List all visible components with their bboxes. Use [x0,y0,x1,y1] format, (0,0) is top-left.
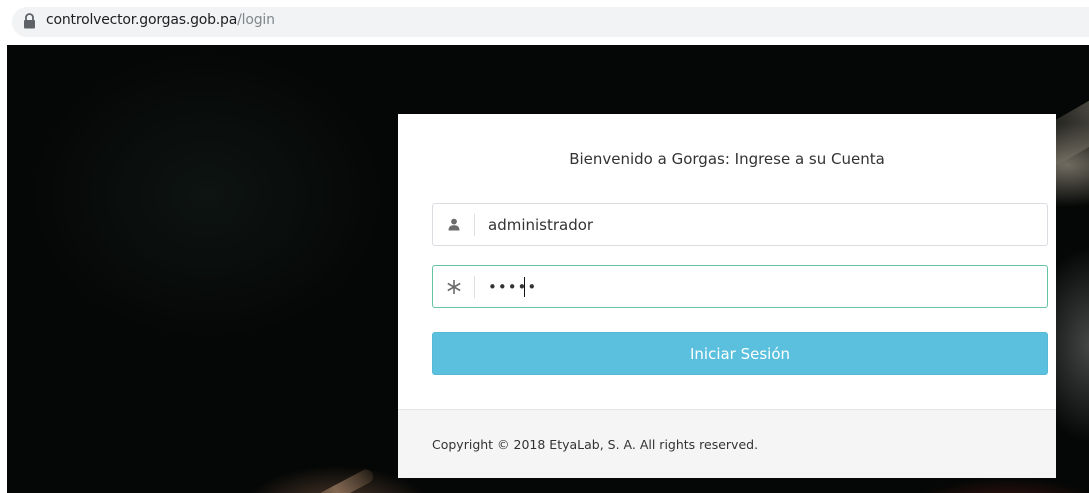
login-panel-footer: Copyright © 2018 EtyaLab, S. A. All righ… [398,409,1056,478]
username-field[interactable] [432,203,1048,246]
browser-address-bar: controlvector.gorgas.gob.pa/login [0,0,1089,44]
lock-icon[interactable] [23,13,36,29]
username-addon-divider [474,214,475,236]
password-field[interactable] [432,265,1048,308]
password-input[interactable] [488,266,1038,307]
page-left-edge [0,45,7,493]
user-icon [433,204,474,245]
url-text[interactable]: controlvector.gorgas.gob.pa/login [46,12,275,28]
copyright-text: Copyright © 2018 EtyaLab, S. A. All righ… [432,437,759,452]
url-path: /login [237,12,275,28]
url-host: controlvector.gorgas.gob.pa [46,12,238,28]
login-title: Bienvenido a Gorgas: Ingrese a su Cuenta [569,150,885,168]
password-addon-divider [474,276,475,298]
login-panel: Bienvenido a Gorgas: Ingrese a su Cuenta… [398,114,1056,478]
asterisk-icon [433,266,474,307]
text-caret [524,277,525,297]
background-leg-detail [298,467,376,493]
login-button[interactable]: Iniciar Sesión [432,332,1048,375]
username-input[interactable] [488,204,1038,245]
